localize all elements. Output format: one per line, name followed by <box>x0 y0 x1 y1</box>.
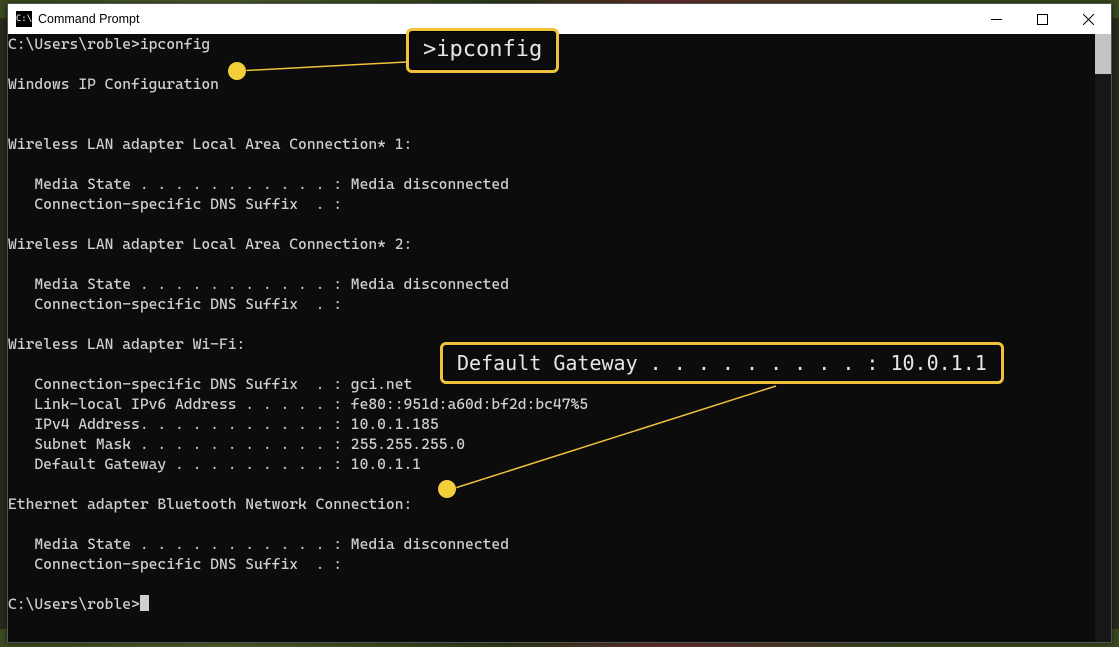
prompt-line: C:\Users\roble> <box>8 595 140 613</box>
command-prompt-window: C:\ Command Prompt C:\Users\roble>ipconf… <box>7 3 1112 643</box>
annotation-callout-gateway: Default Gateway . . . . . . . . . : 10.0… <box>440 342 1004 384</box>
close-button[interactable] <box>1065 4 1111 34</box>
titlebar[interactable]: C:\ Command Prompt <box>8 4 1111 34</box>
annotation-dot <box>438 480 456 498</box>
output-line: Wireless LAN adapter Wi-Fi: <box>8 335 245 353</box>
annotation-callout-ipconfig: >ipconfig <box>406 28 559 73</box>
cmd-icon: C:\ <box>16 11 32 27</box>
output-line: Connection-specific DNS Suffix . : <box>8 195 342 213</box>
output-line: Link-local IPv6 Address . . . . . : fe80… <box>8 395 588 413</box>
output-line: Media State . . . . . . . . . . . : Medi… <box>8 175 509 193</box>
cursor <box>140 595 149 611</box>
output-line: Subnet Mask . . . . . . . . . . . : 255.… <box>8 435 465 453</box>
prompt-line: C:\Users\roble>ipconfig <box>8 35 210 53</box>
terminal-body[interactable]: C:\Users\roble>ipconfig Windows IP Confi… <box>8 34 1111 642</box>
output-line: Wireless LAN adapter Local Area Connecti… <box>8 135 412 153</box>
annotation-dot <box>228 62 246 80</box>
output-line: IPv4 Address. . . . . . . . . . . : 10.0… <box>8 415 439 433</box>
output-line: Wireless LAN adapter Local Area Connecti… <box>8 235 412 253</box>
output-line: Connection-specific DNS Suffix . : <box>8 555 342 573</box>
output-line: Ethernet adapter Bluetooth Network Conne… <box>8 495 412 513</box>
output-line: Connection-specific DNS Suffix . : gci.n… <box>8 375 412 393</box>
output-line: Media State . . . . . . . . . . . : Medi… <box>8 535 509 553</box>
scrollbar-thumb[interactable] <box>1095 34 1111 74</box>
minimize-button[interactable] <box>973 4 1019 34</box>
output-line: Default Gateway . . . . . . . . . : 10.0… <box>8 455 421 473</box>
window-title: Command Prompt <box>38 12 139 26</box>
output-line: Media State . . . . . . . . . . . : Medi… <box>8 275 509 293</box>
output-line: Connection-specific DNS Suffix . : <box>8 295 342 313</box>
annotation-text: >ipconfig <box>423 37 542 62</box>
output-line: Windows IP Configuration <box>8 75 219 93</box>
annotation-text: Default Gateway . . . . . . . . . : 10.0… <box>457 351 987 375</box>
scrollbar[interactable] <box>1095 34 1111 642</box>
maximize-button[interactable] <box>1019 4 1065 34</box>
